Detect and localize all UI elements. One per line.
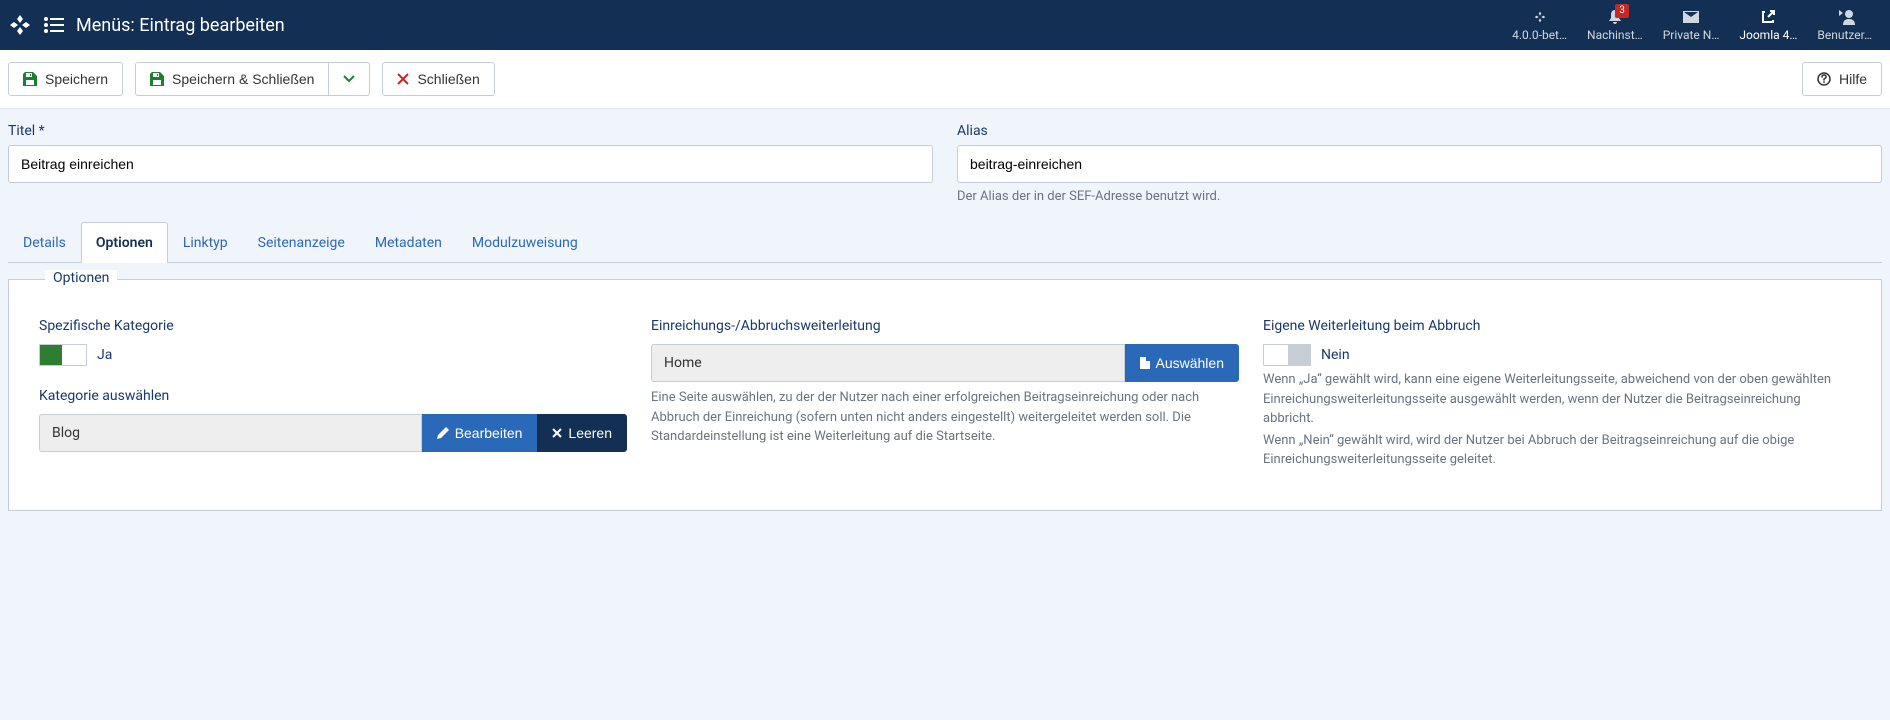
tab-modulzuweisung[interactable]: Modulzuweisung bbox=[457, 222, 593, 263]
bell-icon: 3 bbox=[1607, 8, 1623, 26]
specific-category-label: Spezifische Kategorie bbox=[39, 318, 627, 334]
tab-optionen[interactable]: Optionen bbox=[81, 222, 168, 263]
header-item-label: 4.0.0-bet… bbox=[1512, 28, 1567, 42]
tab-seitenanzeige[interactable]: Seitenanzeige bbox=[243, 222, 360, 263]
redirect-label: Einreichungs-/Abbruchsweiterleitung bbox=[651, 318, 1239, 334]
tab-metadaten[interactable]: Metadaten bbox=[360, 222, 457, 263]
save-close-button[interactable]: Speichern & Schließen bbox=[135, 62, 329, 96]
save-dropdown-button[interactable] bbox=[329, 62, 370, 96]
custom-cancel-hint2: Wenn „Nein“ gewählt wird, wird der Nutze… bbox=[1263, 431, 1851, 470]
select-category-label: Kategorie auswählen bbox=[39, 388, 627, 404]
custom-cancel-hint1: Wenn „Ja“ gewählt wird, kann eine eigene… bbox=[1263, 370, 1851, 429]
header-item-postinstall[interactable]: 3 Nachinst… bbox=[1577, 0, 1653, 50]
header-item-messages[interactable]: Private N… bbox=[1653, 0, 1730, 50]
save-button-label: Speichern bbox=[45, 71, 108, 87]
header-item-version[interactable]: 4.0.0-bet… bbox=[1502, 0, 1577, 50]
option-grid: Spezifische Kategorie Ja Kategorie auswä… bbox=[39, 310, 1851, 470]
title-area: Titel * Alias Der Alias der in der SEF-A… bbox=[0, 109, 1890, 222]
header-item-label: Joomla 4… bbox=[1739, 28, 1797, 42]
select-category-group: Blog Bearbeiten Leeren bbox=[39, 414, 627, 452]
header-bar: Menüs: Eintrag bearbeiten 4.0.0-bet… 3 N… bbox=[0, 0, 1890, 50]
clear-category-button[interactable]: Leeren bbox=[537, 414, 627, 452]
external-link-icon bbox=[1761, 8, 1775, 26]
redirect-select-button[interactable]: Auswählen bbox=[1125, 344, 1240, 382]
fieldset-legend: Optionen bbox=[45, 270, 117, 286]
toolbar: Speichern Speichern & Schließen Schließe… bbox=[0, 50, 1890, 109]
help-button-label: Hilfe bbox=[1839, 71, 1867, 87]
save-icon bbox=[23, 72, 37, 86]
redirect-group: Home Auswählen bbox=[651, 344, 1239, 382]
tabs-container: Details Optionen Linktyp Seitenanzeige M… bbox=[0, 222, 1890, 511]
close-button-label: Schließen bbox=[417, 71, 479, 87]
custom-cancel-toggle[interactable] bbox=[1263, 344, 1311, 366]
save-button[interactable]: Speichern bbox=[8, 62, 123, 96]
header-left: Menüs: Eintrag bearbeiten bbox=[8, 13, 1502, 37]
alias-field-col: Alias Der Alias der in der SEF-Adresse b… bbox=[957, 123, 1882, 204]
tabs: Details Optionen Linktyp Seitenanzeige M… bbox=[8, 222, 1882, 263]
title-label: Titel * bbox=[8, 123, 933, 139]
edit-icon bbox=[437, 427, 449, 439]
edit-category-label: Bearbeiten bbox=[455, 425, 523, 441]
title-field-col: Titel * bbox=[8, 123, 933, 204]
select-category-value: Blog bbox=[39, 414, 422, 452]
joomla-brand-icon[interactable] bbox=[8, 13, 32, 37]
notification-badge: 3 bbox=[1615, 4, 1629, 18]
close-button[interactable]: Schließen bbox=[382, 62, 494, 96]
alias-input[interactable] bbox=[957, 145, 1882, 183]
specific-category-toggle-wrap: Ja bbox=[39, 344, 627, 366]
times-icon bbox=[552, 428, 562, 438]
header-item-label: Private N… bbox=[1663, 28, 1720, 42]
save-icon bbox=[150, 72, 164, 86]
specific-category-state: Ja bbox=[97, 347, 112, 363]
header-item-label: Benutzer… bbox=[1817, 28, 1872, 42]
alias-label: Alias bbox=[957, 123, 1882, 139]
option-col-1: Spezifische Kategorie Ja Kategorie auswä… bbox=[39, 310, 627, 470]
header-right: 4.0.0-bet… 3 Nachinst… Private N… Joomla… bbox=[1502, 0, 1882, 50]
redirect-select-label: Auswählen bbox=[1156, 355, 1225, 371]
close-icon bbox=[397, 73, 409, 85]
file-icon bbox=[1140, 357, 1150, 369]
redirect-hint: Eine Seite auswählen, zu der der Nutzer … bbox=[651, 388, 1239, 447]
tab-details[interactable]: Details bbox=[8, 222, 81, 263]
user-icon bbox=[1835, 8, 1855, 26]
menu-toggle-icon[interactable] bbox=[44, 17, 64, 33]
alias-hint: Der Alias der in der SEF-Adresse benutzt… bbox=[957, 189, 1882, 204]
header-item-site[interactable]: Joomla 4… bbox=[1729, 0, 1807, 50]
option-col-3: Eigene Weiterleitung beim Abbruch Nein W… bbox=[1263, 310, 1851, 470]
specific-category-toggle[interactable] bbox=[39, 344, 87, 366]
help-button[interactable]: Hilfe bbox=[1802, 62, 1882, 96]
tab-linktyp[interactable]: Linktyp bbox=[168, 222, 243, 263]
save-close-button-label: Speichern & Schließen bbox=[172, 71, 314, 87]
edit-category-button[interactable]: Bearbeiten bbox=[422, 414, 538, 452]
custom-cancel-toggle-wrap: Nein bbox=[1263, 344, 1851, 366]
custom-cancel-state: Nein bbox=[1321, 347, 1350, 363]
header-item-user[interactable]: Benutzer… bbox=[1807, 0, 1882, 50]
envelope-icon bbox=[1683, 8, 1699, 26]
clear-category-label: Leeren bbox=[568, 425, 612, 441]
option-col-2: Einreichungs-/Abbruchsweiterleitung Home… bbox=[651, 310, 1239, 470]
redirect-value: Home bbox=[651, 344, 1125, 382]
header-item-label: Nachinst… bbox=[1587, 28, 1643, 42]
chevron-down-icon bbox=[343, 75, 355, 83]
page-title: Menüs: Eintrag bearbeiten bbox=[76, 15, 285, 36]
save-close-group: Speichern & Schließen bbox=[135, 62, 370, 96]
fieldset-optionen: Optionen Spezifische Kategorie Ja Katego… bbox=[8, 279, 1882, 511]
title-input[interactable] bbox=[8, 145, 933, 183]
custom-cancel-label: Eigene Weiterleitung beim Abbruch bbox=[1263, 318, 1851, 334]
joomla-icon bbox=[1532, 8, 1548, 26]
question-icon bbox=[1817, 72, 1831, 86]
